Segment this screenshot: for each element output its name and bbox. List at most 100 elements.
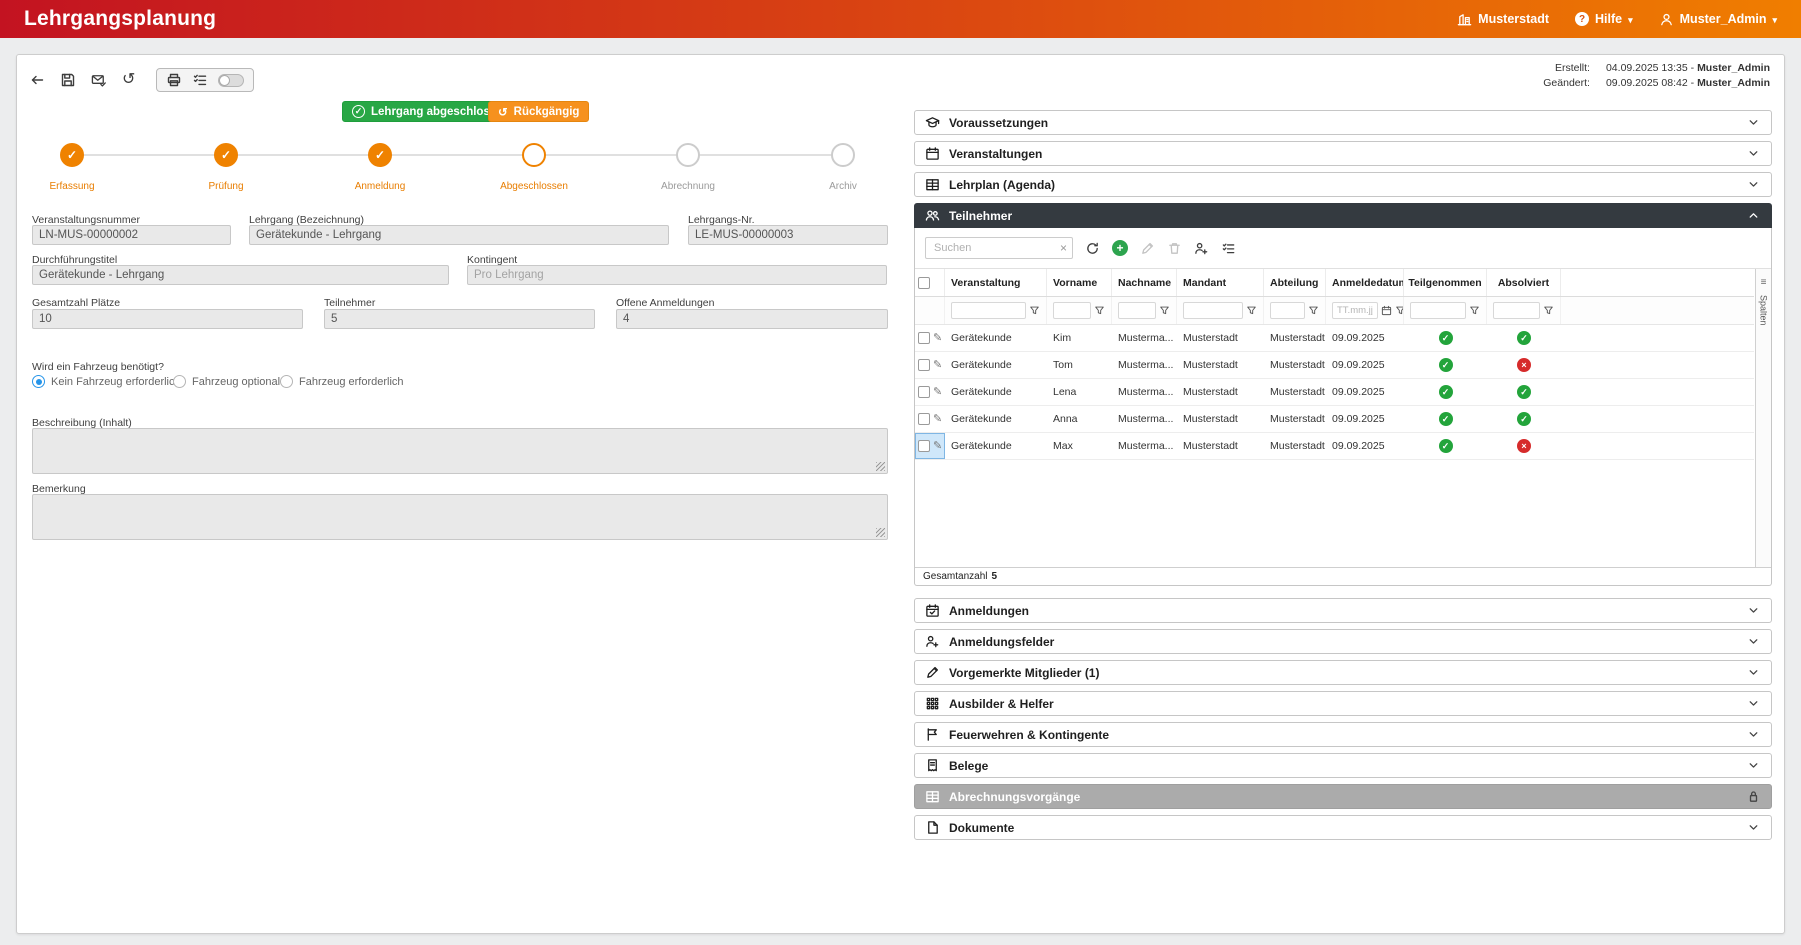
filter-nachname-input[interactable] xyxy=(1118,302,1156,319)
search-input[interactable] xyxy=(925,237,1073,259)
mail-check-button[interactable] xyxy=(91,72,107,88)
invoice-table-icon xyxy=(925,789,940,804)
columns-sidebar-tab[interactable]: Spalten xyxy=(1755,269,1771,567)
radio-vehicle-required[interactable]: Fahrzeug erforderlich xyxy=(280,375,404,388)
cell-veranstaltung: Gerätekunde xyxy=(945,352,1047,378)
col-vorname[interactable]: Vorname xyxy=(1047,269,1112,296)
chevron-down-icon xyxy=(1746,115,1761,130)
select-all-checkbox[interactable] xyxy=(918,277,930,289)
print-button[interactable] xyxy=(166,72,182,88)
nav-user-label: Muster_Admin xyxy=(1680,12,1767,26)
accordion-dokumente[interactable]: Dokumente xyxy=(914,815,1772,840)
cell-anmeldedatum: 09.09.2025 xyxy=(1326,325,1404,351)
edit-row-icon[interactable] xyxy=(933,387,942,398)
person-add-icon[interactable] xyxy=(1194,241,1209,256)
bemerkung-textarea[interactable] xyxy=(32,494,888,540)
accordion-anmeldungen[interactable]: Anmeldungen xyxy=(914,598,1772,623)
veranstaltungsnummer-field[interactable] xyxy=(32,225,231,245)
back-button[interactable] xyxy=(29,72,45,88)
row-checkbox[interactable] xyxy=(918,359,930,371)
filter-anmeldedatum-input[interactable] xyxy=(1332,302,1378,319)
accordion-teilnehmer[interactable]: Teilnehmer xyxy=(914,203,1772,228)
clear-search-icon[interactable] xyxy=(1060,241,1067,255)
accordion-belege[interactable]: Belege xyxy=(914,753,1772,778)
history-button[interactable] xyxy=(122,71,135,89)
col-nachname[interactable]: Nachname xyxy=(1112,269,1177,296)
filter-icon[interactable] xyxy=(1308,305,1319,316)
print-options-group xyxy=(156,68,254,92)
col-anmeldedatum[interactable]: Anmeldedatum xyxy=(1326,269,1404,296)
edit-row-icon[interactable] xyxy=(933,441,942,452)
lehrgangs-nr-field[interactable] xyxy=(688,225,888,245)
filter-icon[interactable] xyxy=(1395,305,1404,316)
created-value: 04.09.2025 13:35 - Muster_Admin xyxy=(1606,62,1770,74)
accordion-voraussetzungen[interactable]: Voraussetzungen xyxy=(914,110,1772,135)
accordion-anmeldungsfelder[interactable]: Anmeldungsfelder xyxy=(914,629,1772,654)
chevron-down-icon xyxy=(1746,758,1761,773)
offene-anmeldungen-field[interactable] xyxy=(616,309,888,329)
checklist-button[interactable] xyxy=(192,72,208,88)
table-row-selected[interactable]: Gerätekunde Max Musterma... Musterstadt … xyxy=(915,433,1754,460)
teilnehmer-count-field[interactable] xyxy=(324,309,595,329)
beschreibung-textarea[interactable] xyxy=(32,428,888,474)
undo-button[interactable]: Rückgängig xyxy=(488,101,589,122)
absolviert-status-icon: ✓ xyxy=(1517,331,1531,345)
table-row[interactable]: Gerätekunde Tom Musterma... Musterstadt … xyxy=(915,352,1754,379)
accordion-ausbilder-helfer[interactable]: Ausbilder & Helfer xyxy=(914,691,1772,716)
filter-icon[interactable] xyxy=(1029,305,1040,316)
filter-icon[interactable] xyxy=(1246,305,1257,316)
filter-icon[interactable] xyxy=(1469,305,1480,316)
nav-item-help[interactable]: Hilfe xyxy=(1575,12,1633,26)
col-absolviert[interactable]: Absolviert xyxy=(1487,269,1561,296)
filter-icon[interactable] xyxy=(1543,305,1554,316)
gesamtzahl-plaetze-field[interactable] xyxy=(32,309,303,329)
row-checkbox[interactable] xyxy=(918,413,930,425)
filter-mandant-input[interactable] xyxy=(1183,302,1243,319)
radio-vehicle-optional[interactable]: Fahrzeug optional xyxy=(173,375,280,388)
filter-veranstaltung-input[interactable] xyxy=(951,302,1026,319)
edit-row-icon[interactable] xyxy=(933,333,942,344)
search-box xyxy=(925,237,1073,259)
cell-mandant: Musterstadt xyxy=(1177,433,1264,459)
filter-icon[interactable] xyxy=(1159,305,1170,316)
table-row[interactable]: Gerätekunde Lena Musterma... Musterstadt… xyxy=(915,379,1754,406)
accordion-vorgemerkte-mitglieder[interactable]: Vorgemerkte Mitglieder (1) xyxy=(914,660,1772,685)
table-row[interactable]: Gerätekunde Anna Musterma... Musterstadt… xyxy=(915,406,1754,433)
table-row[interactable]: Gerätekunde Kim Musterma... Musterstadt … xyxy=(915,325,1754,352)
durchfuehrungstitel-field[interactable] xyxy=(32,265,449,285)
nav-item-user[interactable]: Muster_Admin xyxy=(1659,12,1777,27)
filter-absolviert-input[interactable] xyxy=(1493,302,1540,319)
filter-teilgenommen-input[interactable] xyxy=(1410,302,1466,319)
radio-no-vehicle[interactable]: Kein Fahrzeug erforderlich xyxy=(32,375,181,388)
accordion-lehrplan[interactable]: Lehrplan (Agenda) xyxy=(914,172,1772,197)
delete-icon[interactable] xyxy=(1167,241,1182,256)
col-teilgenommen[interactable]: Teilgenommen xyxy=(1404,269,1487,296)
caret-down-icon xyxy=(1628,12,1633,26)
cell-vorname: Anna xyxy=(1047,406,1112,432)
edit-row-icon[interactable] xyxy=(933,414,942,425)
stepper-line xyxy=(72,154,843,156)
filter-icon[interactable] xyxy=(1094,305,1105,316)
filter-abteilung-input[interactable] xyxy=(1270,302,1305,319)
row-checkbox[interactable] xyxy=(918,440,930,452)
list-check-icon[interactable] xyxy=(1221,241,1236,256)
save-button[interactable] xyxy=(60,72,76,88)
row-checkbox[interactable] xyxy=(918,332,930,344)
toolbar-toggle-switch[interactable] xyxy=(218,74,244,87)
filter-vorname-input[interactable] xyxy=(1053,302,1091,319)
lehrgang-bezeichnung-field[interactable] xyxy=(249,225,669,245)
col-mandant[interactable]: Mandant xyxy=(1177,269,1264,296)
edit-icon[interactable] xyxy=(1140,241,1155,256)
refresh-icon[interactable] xyxy=(1085,241,1100,256)
kontingent-field[interactable] xyxy=(467,265,887,285)
col-veranstaltung[interactable]: Veranstaltung xyxy=(945,269,1047,296)
absolviert-status-icon: ✓ xyxy=(1517,412,1531,426)
nav-item-city[interactable]: Musterstadt xyxy=(1457,12,1549,27)
row-checkbox[interactable] xyxy=(918,386,930,398)
add-participant-button[interactable] xyxy=(1112,240,1128,256)
col-abteilung[interactable]: Abteilung xyxy=(1264,269,1326,296)
accordion-feuerwehren-kontingente[interactable]: Feuerwehren & Kontingente xyxy=(914,722,1772,747)
edit-row-icon[interactable] xyxy=(933,360,942,371)
accordion-veranstaltungen[interactable]: Veranstaltungen xyxy=(914,141,1772,166)
calendar-icon[interactable] xyxy=(1381,305,1392,316)
